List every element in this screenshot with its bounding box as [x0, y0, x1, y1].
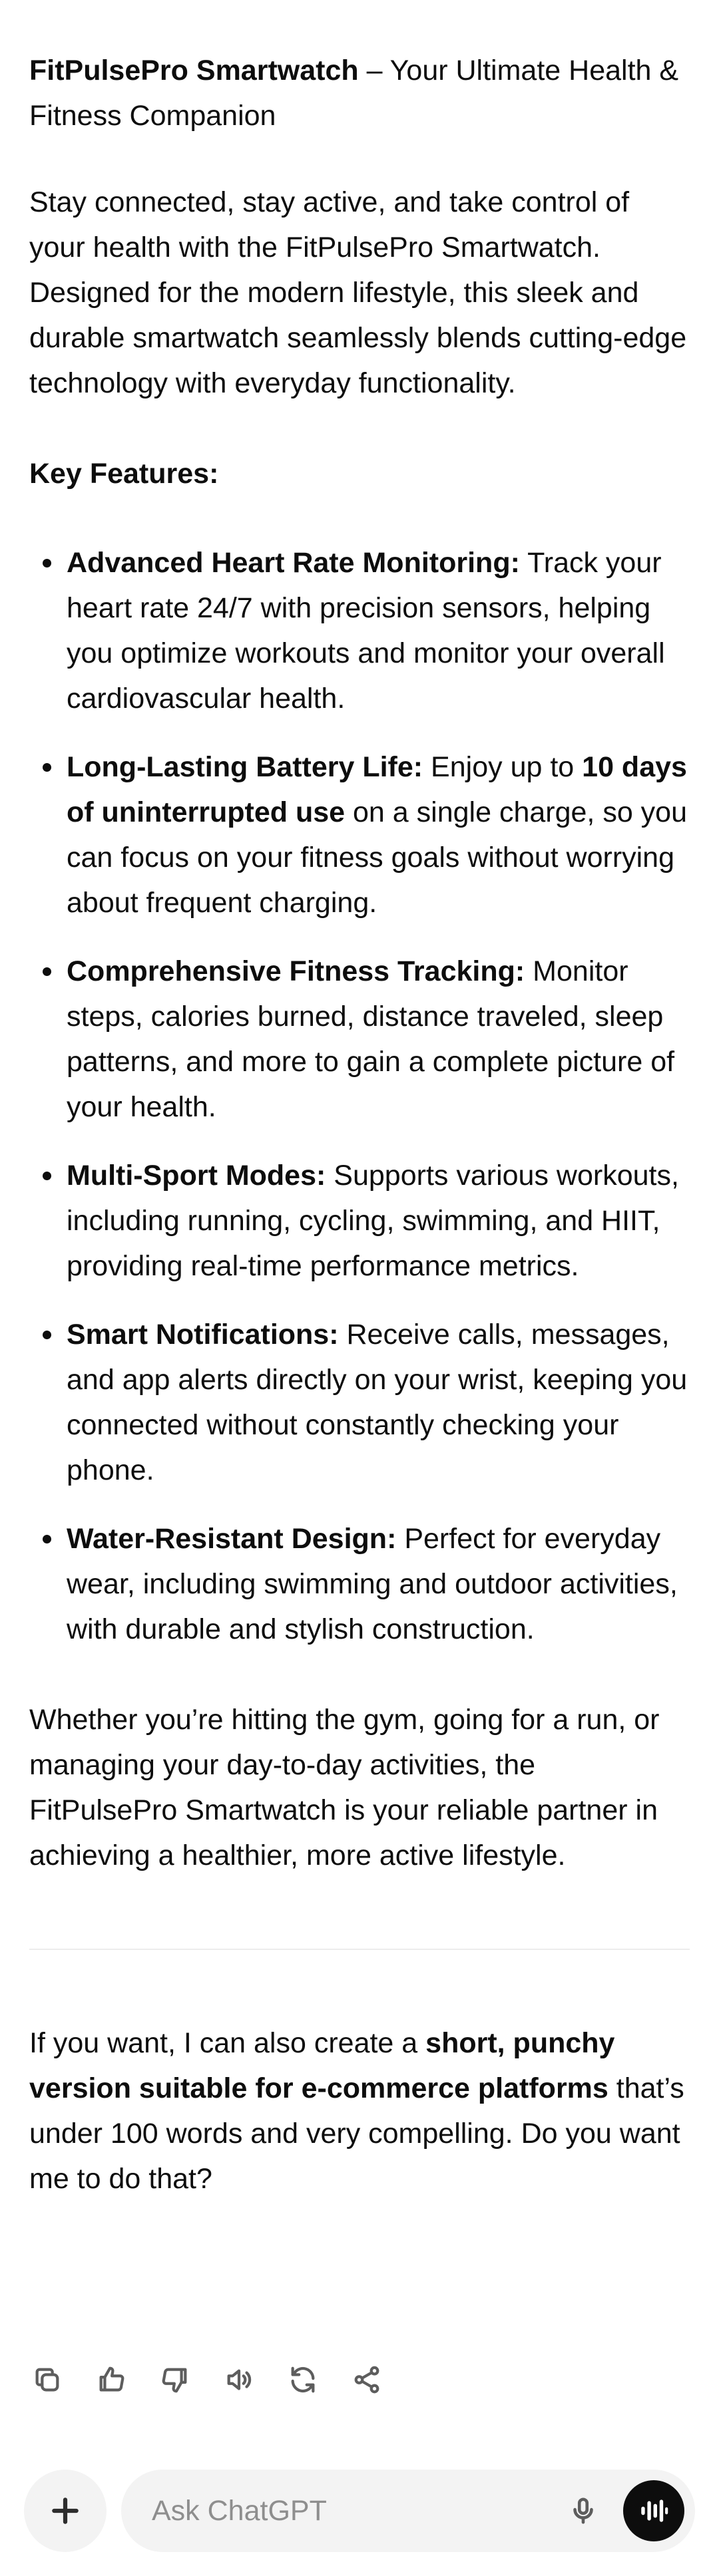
intro-paragraph: Stay connected, stay active, and take co…	[29, 186, 687, 399]
feature-title: Smart Notifications:	[67, 1319, 339, 1351]
feature-item: Water-Resistant Design: Perfect for ever…	[29, 1516, 690, 1652]
feature-item: Multi-Sport Modes: Supports various work…	[29, 1153, 690, 1289]
product-name: FitPulsePro Smartwatch	[29, 55, 359, 86]
message-actions	[29, 2362, 385, 2398]
followup-text: If you want, I can also create a	[29, 2027, 426, 2059]
thumbs-down-icon	[162, 2368, 187, 2393]
copy-button[interactable]	[29, 2362, 65, 2398]
divider	[29, 1949, 690, 1950]
voice-mode-button[interactable]	[623, 2480, 684, 2541]
feature-item: Long-Lasting Battery Life: Enjoy up to 1…	[29, 744, 690, 925]
regenerate-button[interactable]	[285, 2362, 321, 2398]
closing-paragraph: Whether you’re hitting the gym, going fo…	[29, 1704, 660, 1871]
plus-icon	[52, 2497, 79, 2524]
key-features-heading: Key Features:	[29, 458, 219, 490]
share-button[interactable]	[349, 2362, 385, 2398]
read-aloud-button[interactable]	[221, 2362, 257, 2398]
product-title: FitPulsePro Smartwatch – Your Ultimate H…	[29, 48, 690, 138]
feature-text: Enjoy up to	[423, 751, 583, 783]
feature-item: Smart Notifications: Receive calls, mess…	[29, 1312, 690, 1493]
feature-title: Multi-Sport Modes:	[67, 1160, 326, 1192]
feature-title: Advanced Heart Rate Monitoring:	[67, 547, 520, 579]
thumbs-up-button[interactable]	[93, 2362, 129, 2398]
feature-item: Advanced Heart Rate Monitoring: Track yo…	[29, 540, 690, 721]
dictate-button[interactable]	[563, 2491, 603, 2531]
copy-icon	[35, 2368, 59, 2392]
voice-waveform-icon	[641, 2499, 668, 2522]
speaker-icon	[227, 2369, 252, 2390]
add-attachment-button[interactable]	[24, 2470, 107, 2552]
feature-title: Water-Resistant Design:	[67, 1523, 397, 1555]
assistant-message: FitPulsePro Smartwatch – Your Ultimate H…	[29, 48, 690, 2201]
feature-item: Comprehensive Fitness Tracking: Monitor …	[29, 949, 690, 1130]
chat-input-container	[121, 2470, 695, 2552]
thumbs-up-icon	[99, 2366, 124, 2392]
composer	[24, 2470, 695, 2552]
microphone-icon	[573, 2497, 593, 2524]
followup-paragraph: If you want, I can also create a short, …	[29, 2020, 690, 2201]
features-list: Advanced Heart Rate Monitoring: Track yo…	[29, 540, 690, 1652]
regenerate-icon	[291, 2366, 315, 2393]
feature-title: Long-Lasting Battery Life:	[67, 751, 423, 783]
feature-title: Comprehensive Fitness Tracking:	[67, 955, 525, 987]
share-icon	[354, 2366, 379, 2394]
thumbs-down-button[interactable]	[157, 2362, 193, 2398]
chat-input[interactable]	[150, 2494, 563, 2528]
